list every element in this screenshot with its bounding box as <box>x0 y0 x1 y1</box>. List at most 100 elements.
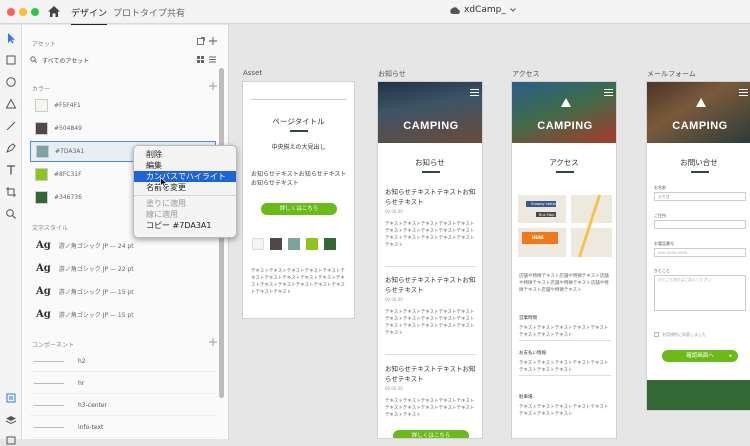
tab-prototype[interactable]: プロトタイプ <box>113 6 167 19</box>
menu-item-delete[interactable]: 削除 <box>134 149 236 160</box>
layers-panel-icon[interactable] <box>5 414 17 426</box>
field-label: ひとこと <box>654 268 670 273</box>
line-tool-icon[interactable] <box>5 120 17 132</box>
component-thumbnail <box>34 401 68 410</box>
select-tool-icon[interactable] <box>5 32 17 44</box>
component-row[interactable]: info-text <box>30 417 216 438</box>
name-field[interactable]: お名前 <box>654 192 746 201</box>
component-row[interactable]: hr <box>30 373 216 394</box>
hero-image: CAMPING <box>512 82 616 143</box>
detail-button[interactable]: 詳しくはこちら <box>261 203 337 215</box>
title-underline <box>691 171 709 173</box>
colors-heading: カラー <box>32 86 51 93</box>
canvas[interactable]: Asset ページタイトル 中央揃えの大見出し お知らせテキストお知らせテキスト… <box>230 25 750 439</box>
document-title-menu[interactable]: xdCamp_ <box>449 5 516 15</box>
zoom-window-button[interactable] <box>31 8 39 16</box>
color-swatch-row[interactable]: #504849 <box>30 118 216 139</box>
char-style-row[interactable]: Ag 游ノ角ゴシック JP — 15 pt <box>30 304 216 325</box>
menu-item-edit[interactable]: 編集 <box>134 160 236 171</box>
divider <box>385 266 477 267</box>
news-title: お知らせテキストテキストお知らせテキスト <box>385 365 476 383</box>
minimize-window-button[interactable] <box>19 8 27 16</box>
color-swatch-row[interactable]: #F5F4F1 <box>30 95 216 116</box>
context-menu: 削除 編集 カンバスでハイライト 名前を変更 塗りに適用 線に適用 コピー #7… <box>133 145 237 238</box>
news-date: 00.00.00 <box>385 297 403 302</box>
polygon-tool-icon[interactable] <box>5 98 17 110</box>
char-style-preview: Ag <box>36 309 51 320</box>
confirm-button[interactable]: 確認画面へ ▸ <box>662 350 738 362</box>
news-body: テキストテキストテキストテキストテキストテキストテキストテキストテキストテキスト… <box>385 310 475 336</box>
field-label: ご住所 <box>654 213 666 218</box>
section-body: テキストテキストテキストテキストテキストテキストテキストテキスト <box>519 361 609 373</box>
text-tool-icon[interactable] <box>5 164 17 176</box>
export-icon[interactable] <box>197 37 205 45</box>
hero-title: CAMPING <box>537 120 593 132</box>
color-swatch <box>35 122 48 135</box>
close-window-button[interactable] <box>7 8 15 16</box>
search-icon <box>30 56 37 63</box>
hr-line <box>251 99 347 100</box>
asset-filter-select[interactable]: すべてのアセット <box>42 56 89 65</box>
add-color-icon[interactable] <box>209 82 217 90</box>
color-chip <box>270 238 282 250</box>
divider <box>385 354 477 355</box>
add-component-icon[interactable] <box>209 338 217 346</box>
char-style-font: 游ノ角ゴシック JP — 15 pt <box>58 289 134 296</box>
component-row[interactable]: h3-center <box>30 395 216 416</box>
artboard-tool-icon[interactable] <box>5 186 17 198</box>
char-style-row[interactable]: Ag 游ノ角ゴシック JP — 22 pt <box>30 258 216 279</box>
color-swatch <box>35 191 48 204</box>
home-icon[interactable] <box>47 5 61 18</box>
news-title: お知らせテキストテキストお知らせテキスト <box>385 188 476 206</box>
artboard-label-form[interactable]: メールフォーム <box>647 69 696 79</box>
component-row[interactable]: h2 <box>30 351 216 372</box>
artboard-news[interactable]: CAMPING お知らせ お知らせテキストテキストお知らせテキスト 00.00.… <box>377 81 483 439</box>
divider <box>519 340 611 341</box>
color-hex: #7DA3A1 <box>55 148 85 155</box>
assets-heading: アセット <box>32 41 56 48</box>
chevron-down-icon <box>509 8 516 12</box>
address-field[interactable] <box>654 220 746 229</box>
artboard-asset[interactable]: ページタイトル 中央揃えの大見出し お知らせテキストお知らせテキストお知らせテキ… <box>242 81 355 319</box>
comment-field[interactable]: ひとことあればご記入ください <box>654 275 746 311</box>
phone-field[interactable]: 000-0000-0000 <box>654 248 746 257</box>
plugins-panel-icon[interactable] <box>5 434 17 446</box>
page-title: ページタイトル <box>272 117 325 126</box>
char-styles-heading: 文字スタイル <box>32 225 69 232</box>
tab-share[interactable]: 共有 <box>167 6 185 19</box>
menu-item-apply-stroke: 線に適用 <box>146 210 178 219</box>
list-view-icon[interactable] <box>209 56 216 63</box>
camp-logo-icon <box>561 98 571 107</box>
ellipse-tool-icon[interactable] <box>5 76 17 88</box>
artboard-label-access[interactable]: アクセス <box>512 69 540 79</box>
menu-icon <box>739 89 748 96</box>
artboard-access[interactable]: CAMPING アクセス Subway station Bus Stop HER… <box>511 81 617 439</box>
menu-item-rename[interactable]: 名前を変更 <box>134 182 236 193</box>
color-chip <box>324 238 336 250</box>
rectangle-tool-icon[interactable] <box>5 54 17 66</box>
component-name: hr <box>78 379 85 387</box>
tab-design[interactable]: デザイン <box>71 6 108 26</box>
color-chip <box>306 238 318 250</box>
title-bar: デザイン プロトタイプ 共有 xdCamp_ <box>0 0 750 26</box>
pen-tool-icon[interactable] <box>5 142 17 154</box>
menu-item-highlight-on-canvas[interactable]: カンバスでハイライト <box>134 171 236 182</box>
artboard-label-news[interactable]: お知らせ <box>378 69 406 79</box>
add-asset-icon[interactable] <box>209 37 217 45</box>
assets-panel-icon[interactable] <box>5 392 17 404</box>
consent-label: 利用規約に同意しました <box>662 332 706 337</box>
menu-item-copy-hex[interactable]: コピー #7DA3A1 <box>134 220 236 231</box>
consent-checkbox[interactable] <box>654 332 659 337</box>
zoom-tool-icon[interactable] <box>5 208 17 220</box>
char-style-row[interactable]: Ag 游ノ角ゴシック JP — 24 pt <box>30 235 216 256</box>
char-style-row[interactable]: Ag 游ノ角ゴシック JP — 15 pt <box>30 281 216 302</box>
artboard-form[interactable]: CAMPING お問い合せ お名前 お名前 ご住所 お電話番号 000-0000… <box>646 81 750 411</box>
divider <box>519 375 611 376</box>
color-swatch <box>35 168 48 181</box>
hero-image: CAMPING <box>647 82 750 143</box>
component-name: info-text <box>78 423 104 431</box>
color-swatch <box>36 145 49 158</box>
grid-view-icon[interactable] <box>197 56 204 63</box>
detail-button[interactable]: 詳しくはこちら <box>393 430 469 438</box>
artboard-label-asset[interactable]: Asset <box>243 69 262 77</box>
